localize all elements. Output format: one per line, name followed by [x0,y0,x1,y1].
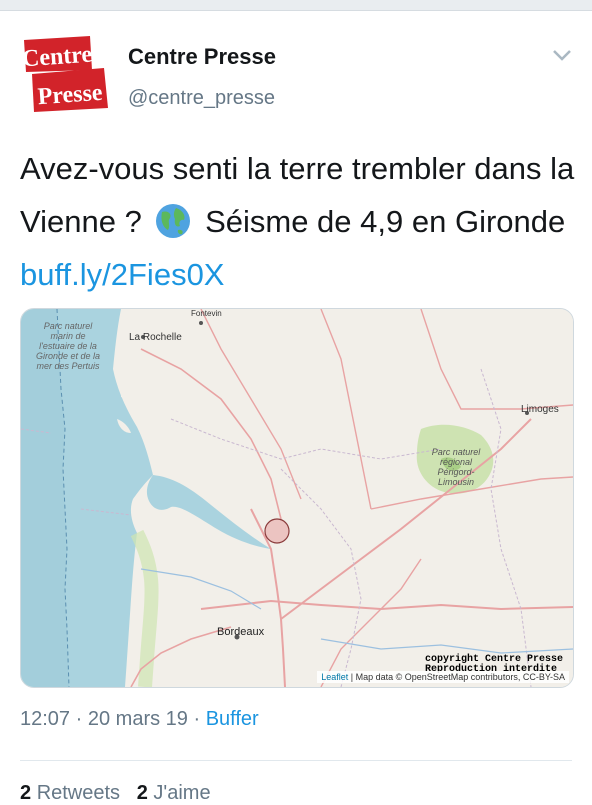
globe-icon [156,204,191,238]
leaflet-link[interactable]: Leaflet [321,672,348,682]
likes-count: 2 [136,782,148,804]
tweet-link[interactable]: buff.ly/2Fies0X [20,257,224,292]
top-divider [0,0,592,11]
tweet-date[interactable]: 20 mars 19 [88,708,188,730]
map-label-fontevin: Fontevin [191,309,222,318]
attribution-text[interactable]: | Map data © OpenStreetMap contributors,… [351,672,565,682]
tweet-time[interactable]: 12:07 [20,708,70,730]
meta-separator: · [193,708,201,730]
meta-separator: · [75,708,83,730]
map-attribution: Leaflet | Map data © OpenStreetMap contr… [317,671,569,683]
logo-line1: Centre [21,42,93,73]
map-canvas[interactable] [21,309,573,687]
map-label-parc-marin: Parc naturel marin de l'estuaire de la G… [35,321,101,371]
account-name[interactable]: Centre Presse [128,44,276,70]
map-label-la-rochelle: La Rochelle [129,332,182,343]
retweets-stat[interactable]: 2 Retweets [20,782,120,804]
avatar[interactable]: Centre Presse [20,34,110,114]
epicenter-circle[interactable] [264,518,290,544]
tweet-stats: 2 Retweets 2 J'aime [20,782,211,805]
account-handle[interactable]: @centre_presse [128,87,275,110]
logo-line2: Presse [37,80,104,110]
map-card[interactable]: Parc naturel marin de l'estuaire de la G… [20,308,574,688]
likes-stat[interactable]: 2 J'aime [137,782,211,804]
tweet-text: Avez-vous senti la terre trembler dans l… [20,142,576,301]
chevron-down-icon[interactable] [552,48,572,62]
map-label-parc-regional: Parc naturel régional Périgord-Limousin [431,447,481,487]
retweets-count: 2 [20,782,32,804]
map-label-bordeaux: Bordeaux [217,626,265,638]
tweet-source[interactable]: Buffer [206,708,259,730]
map-label-limoges: Limoges [521,404,559,415]
retweets-label: Retweets [36,782,121,804]
likes-label: J'aime [153,782,211,804]
tweet-header: Centre Presse Centre Presse @centre_pres… [20,34,572,114]
tweet-meta: 12:07 · 20 mars 19 · Buffer [20,708,259,731]
stats-divider [20,760,572,761]
tweet-text-after: Séisme de 4,9 en Gironde [205,204,566,239]
